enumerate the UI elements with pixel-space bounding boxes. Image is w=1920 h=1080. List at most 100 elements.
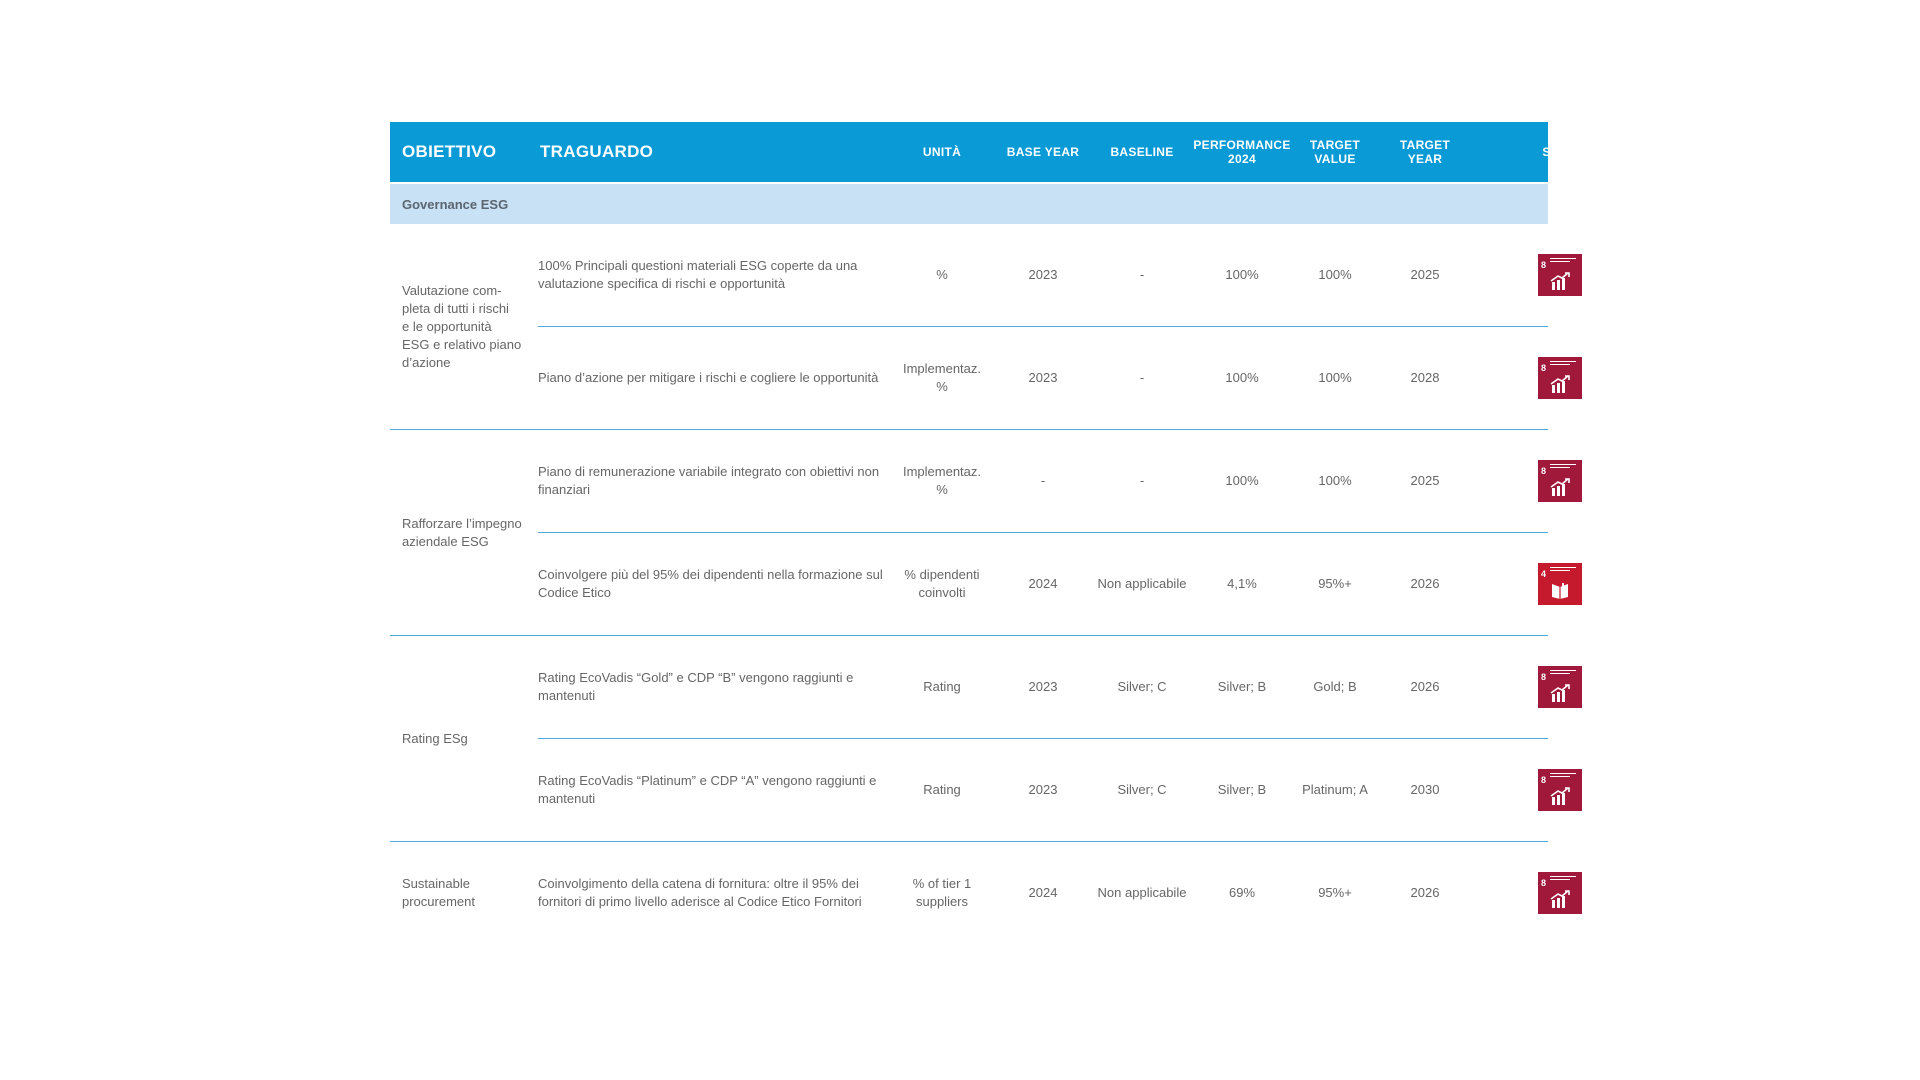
objective-line: pleta di tutti i rischi	[402, 300, 509, 316]
base-year-cell: 2023	[988, 224, 1098, 326]
sdg-cell: 8	[1538, 739, 1582, 841]
unita-cell: Rating	[890, 636, 994, 738]
base-year-cell-text: 2023	[1028, 267, 1058, 282]
unita-cell-text: % dipendenti coinvolti	[904, 567, 980, 600]
traguardo-cell-text: 100% Principali questioni materiali ESG …	[538, 258, 858, 291]
traguardo-cell-text: Rating EcoVadis “Gold” e CDP “B” vengono…	[538, 670, 854, 703]
base-year-cell-text: 2023	[1028, 782, 1058, 797]
target-year-cell-text: 2030	[1410, 782, 1440, 797]
sdg-number: 8	[1541, 775, 1547, 785]
objective-text: Rafforzare l’impegno aziendale ESG	[402, 515, 522, 551]
traguardo-cell-text: Coinvolgimento della catena di fornitura…	[538, 876, 862, 909]
objective-line: Valutazione com-	[402, 282, 502, 298]
target-value-cell-text: Gold; B	[1313, 679, 1357, 694]
objective-group: Sustainable procurement Coinvolgimento del…	[390, 842, 1582, 944]
traguardo-cell-text: Rating EcoVadis “Platinum” e CDP “A” ven…	[538, 773, 877, 806]
sdg-8-decent-work-icon: 8	[1538, 254, 1582, 296]
target-year-cell-text: 2026	[1410, 576, 1440, 591]
baseline-cell: Silver; C	[1087, 739, 1197, 841]
performance-cell-text: Silver; B	[1217, 782, 1267, 797]
target-value-cell-text: 100%	[1318, 473, 1352, 488]
objective-line: procurement	[402, 894, 475, 909]
unita-cell: % dipendenti coinvolti	[890, 533, 994, 635]
header-target-year: TARGET YEAR	[1370, 122, 1480, 182]
base-year-cell-text: 2023	[1028, 370, 1058, 385]
traguardo-cell-text: Coinvolgere più del 95% dei dipendenti n…	[538, 567, 883, 600]
table-row: 100% Principali questioni materiali ESG …	[538, 224, 1582, 326]
objective-line: Sustainable	[402, 876, 470, 891]
sdg-number: 8	[1541, 363, 1547, 373]
objective-cell: Rafforzare l’impegno aziendale ESG	[402, 430, 530, 635]
sdg-number: 8	[1541, 466, 1547, 476]
baseline-cell: Non applicabile	[1087, 842, 1197, 944]
sdg-cell: 8	[1538, 842, 1582, 944]
base-year-cell-text: -	[1040, 473, 1046, 488]
baseline-cell: -	[1087, 224, 1197, 326]
objective-group: Rafforzare l’impegno aziendale ESG Piano d…	[390, 430, 1582, 636]
target-value-cell-text: 95%+	[1318, 576, 1352, 591]
base-year-cell-text: 2024	[1028, 576, 1058, 591]
objective-text: Rating ESg	[402, 730, 468, 748]
target-year-cell-text: 2026	[1410, 679, 1440, 694]
target-year-cell-text: 2028	[1410, 370, 1440, 385]
table-body: Valutazione com-pleta di tutti i rischi e…	[390, 224, 1582, 944]
base-year-cell-text: 2023	[1028, 679, 1058, 694]
header-target-value-l1: TARGET	[1309, 138, 1361, 152]
base-year-cell: 2024	[988, 533, 1098, 635]
unita-cell-text: Rating	[923, 782, 961, 797]
target-value-cell-text: 100%	[1318, 370, 1352, 385]
baseline-cell-text: Non applicabile	[1097, 576, 1187, 591]
traguardo-cell: Piano d’azione per mitigare i rischi e c…	[538, 327, 898, 429]
unita-cell: % of tier 1 suppliers	[890, 842, 994, 944]
table-row: Piano d’azione per mitigare i rischi e c…	[538, 326, 1582, 429]
unita-cell: Implementaz. %	[890, 327, 994, 429]
target-year-cell: 2026	[1370, 842, 1480, 944]
unita-cell-text: Implementaz. %	[902, 361, 982, 394]
performance-cell-text: 100%	[1225, 473, 1259, 488]
unita-cell: Rating	[890, 739, 994, 841]
performance-cell-text: 100%	[1225, 267, 1259, 282]
baseline-cell: -	[1087, 430, 1197, 532]
baseline-cell-text: -	[1139, 473, 1145, 488]
header-target-year-l2: YEAR	[1407, 152, 1443, 166]
target-year-cell: 2026	[1370, 636, 1480, 738]
traguardo-cell: Rating EcoVadis “Gold” e CDP “B” vengono…	[538, 636, 898, 738]
header-base-year: BASE YEAR	[1006, 145, 1080, 159]
base-year-cell: 2023	[988, 636, 1098, 738]
target-year-cell-text: 2026	[1410, 885, 1440, 900]
performance-cell-text: 69%	[1228, 885, 1256, 900]
base-year-cell: 2023	[988, 327, 1098, 429]
traguardo-cell-text: Piano di remunerazione variabile integra…	[538, 464, 880, 497]
header-traguardo: TRAGUARDO	[540, 142, 654, 161]
unita-cell-text: Rating	[923, 679, 961, 694]
header-performance-label: PERFORMANCE	[1193, 138, 1291, 152]
baseline-cell-text: Silver; C	[1117, 782, 1167, 797]
objective-line: d’azione	[402, 354, 451, 370]
traguardo-cell: Piano di remunerazione variabile integra…	[538, 430, 898, 532]
table-row: Piano di remunerazione variabile integra…	[538, 430, 1582, 532]
sdg-4-quality-education-icon: 4	[1538, 563, 1582, 605]
target-year-cell: 2026	[1370, 533, 1480, 635]
base-year-cell: 2023	[988, 739, 1098, 841]
target-year-cell-text: 2025	[1410, 473, 1440, 488]
sdg-cell: 8	[1538, 430, 1582, 532]
objective-line: Rating ESg	[402, 730, 468, 746]
unita-cell-text: Implementaz. %	[902, 464, 982, 497]
header-performance-year: 2024	[1228, 152, 1256, 166]
base-year-cell: -	[988, 430, 1098, 532]
header-target-value-l2: VALUE	[1314, 152, 1356, 166]
unita-cell: Implementaz. %	[890, 430, 994, 532]
table-row: Coinvolgimento della catena di fornitura…	[538, 842, 1582, 944]
traguardo-cell: Coinvolgimento della catena di fornitura…	[538, 842, 898, 944]
sdg-number: 8	[1541, 878, 1547, 888]
target-value-cell-text: 95%+	[1318, 885, 1352, 900]
header-unita: UNITÀ	[922, 145, 962, 159]
performance-cell-text: Silver; B	[1217, 679, 1267, 694]
sdg-cell: 8	[1538, 224, 1582, 326]
baseline-cell-text: -	[1139, 267, 1145, 282]
sdg-8-decent-work-icon: 8	[1538, 872, 1582, 914]
sdg-number: 8	[1541, 672, 1547, 682]
target-year-cell: 2028	[1370, 327, 1480, 429]
table-row: Rating EcoVadis “Gold” e CDP “B” vengono…	[538, 636, 1582, 738]
objective-cell: Rating ESg	[402, 636, 530, 841]
